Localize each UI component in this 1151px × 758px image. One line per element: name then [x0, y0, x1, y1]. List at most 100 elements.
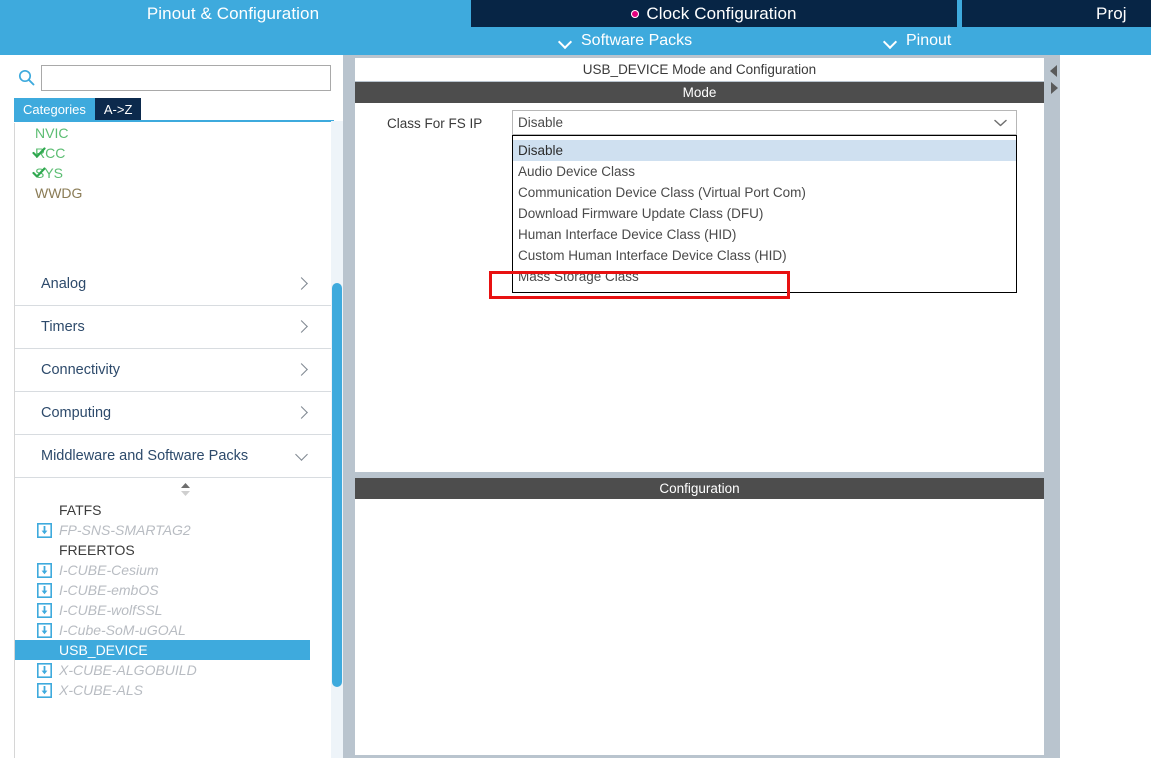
- group-timers-label: Timers: [41, 319, 85, 335]
- dropdown-option-communication-device-class[interactable]: Communication Device Class (Virtual Port…: [513, 182, 1016, 203]
- dropdown-option-custom-human-interface-device-class[interactable]: Custom Human Interface Device Class (HID…: [513, 245, 1016, 266]
- group-connectivity[interactable]: Connectivity: [15, 349, 331, 392]
- list-item-label: FP-SNS-SMARTAG2: [59, 522, 191, 538]
- mode-panel: Mode Class For FS IP Disable Disable Aud…: [355, 82, 1044, 472]
- peripheral-tree: NVIC RCC SYS WWDG Analog Timers Connecti…: [14, 123, 331, 758]
- group-middleware-label: Middleware and Software Packs: [41, 448, 249, 464]
- list-item-usb-device[interactable]: USB_DEVICE: [15, 640, 331, 660]
- checkmark-icon: [32, 167, 46, 178]
- configuration-section-header-label: Configuration: [659, 481, 740, 496]
- list-item-label: I-CUBE-embOS: [59, 582, 159, 598]
- search-input[interactable]: [41, 65, 331, 91]
- chevron-down-icon: [559, 35, 572, 48]
- list-item-freertos[interactable]: FREERTOS: [15, 540, 331, 560]
- checkmark-icon: [32, 147, 46, 158]
- left-sidebar: Categories A->Z NVIC RCC SYS WWDG Analog…: [0, 55, 349, 758]
- clock-error-dot-icon: [631, 9, 640, 18]
- group-connectivity-label: Connectivity: [41, 362, 120, 378]
- chevron-down-icon: [296, 450, 307, 461]
- tree-item-wwdg[interactable]: WWDG: [15, 183, 331, 203]
- dropdown-option-label: Communication Device Class (Virtual Port…: [518, 185, 806, 200]
- main-tab-bar: Pinout & Configuration Clock Configurati…: [0, 0, 1151, 27]
- list-item-label: I-CUBE-wolfSSL: [59, 602, 163, 618]
- list-item-i-cube-embos[interactable]: I-CUBE-embOS: [15, 580, 331, 600]
- list-item-x-cube-als[interactable]: X-CUBE-ALS: [15, 680, 331, 700]
- sidebar-scrollbar-thumb[interactable]: [332, 283, 342, 687]
- dropdown-option-disable[interactable]: Disable: [513, 140, 1016, 161]
- dropdown-option-mass-storage-class[interactable]: Mass Storage Class: [513, 266, 1016, 287]
- search-row: [0, 64, 349, 92]
- dropdown-option-human-interface-device-class[interactable]: Human Interface Device Class (HID): [513, 224, 1016, 245]
- sort-order-toggle[interactable]: [15, 478, 331, 500]
- download-icon: [37, 623, 52, 638]
- chevron-right-icon: [296, 364, 307, 375]
- chevron-down-icon: [884, 35, 897, 48]
- menu-pinout-label: Pinout: [906, 32, 952, 49]
- splitter-collapse-arrows-icon[interactable]: [1048, 63, 1060, 99]
- tab-clock-configuration-label: Clock Configuration: [646, 3, 797, 23]
- list-item-label: I-Cube-SoM-uGOAL: [59, 622, 186, 638]
- download-icon: [37, 523, 52, 538]
- class-for-fs-ip-label: Class For FS IP: [387, 116, 482, 131]
- mode-section-header: Mode: [355, 82, 1044, 103]
- download-icon: [37, 583, 52, 598]
- list-item-label: I-CUBE-Cesium: [59, 562, 159, 578]
- chevron-right-icon: [296, 321, 307, 332]
- group-timers[interactable]: Timers: [15, 306, 331, 349]
- list-item-label: X-CUBE-ALS: [59, 682, 144, 698]
- tree-item-label: NVIC: [35, 125, 69, 141]
- download-icon: [37, 563, 52, 578]
- tab-clock-configuration[interactable]: Clock Configuration: [471, 0, 957, 27]
- class-for-fs-ip-dropdown-list[interactable]: Disable Audio Device Class Communication…: [512, 135, 1017, 293]
- group-analog[interactable]: Analog: [15, 263, 331, 306]
- toggle-a-to-z[interactable]: A->Z: [94, 98, 142, 120]
- toggle-a-to-z-label: A->Z: [103, 101, 133, 117]
- chevron-down-icon: [994, 119, 1007, 127]
- dropdown-option-label: Audio Device Class: [518, 164, 636, 179]
- tab-project-manager[interactable]: Proj: [962, 0, 1151, 27]
- page-title: USB_DEVICE Mode and Configuration: [355, 58, 1044, 81]
- list-item-x-cube-algobuild[interactable]: X-CUBE-ALGOBUILD: [15, 660, 331, 680]
- panel-splitter[interactable]: [343, 55, 351, 758]
- dropdown-option-label: Human Interface Device Class (HID): [518, 227, 737, 242]
- page-title-label: USB_DEVICE Mode and Configuration: [582, 62, 817, 77]
- list-item-fatfs[interactable]: FATFS: [15, 500, 331, 520]
- dropdown-option-download-firmware-update-class[interactable]: Download Firmware Update Class (DFU): [513, 203, 1016, 224]
- menu-software-packs-label: Software Packs: [581, 32, 693, 49]
- tree-item-rcc[interactable]: RCC: [15, 143, 331, 163]
- group-computing[interactable]: Computing: [15, 392, 331, 435]
- dropdown-option-audio-device-class[interactable]: Audio Device Class: [513, 161, 1016, 182]
- secondary-menu-bar: Software Packs Pinout: [0, 27, 1151, 55]
- list-item-i-cube-som-ugoal[interactable]: I-Cube-SoM-uGOAL: [15, 620, 331, 640]
- tab-pinout-configuration[interactable]: Pinout & Configuration: [0, 0, 466, 27]
- main-content-area: USB_DEVICE Mode and Configuration Mode C…: [351, 55, 1151, 758]
- toggle-categories[interactable]: Categories: [14, 98, 95, 120]
- tab-pinout-configuration-label: Pinout & Configuration: [146, 3, 320, 23]
- dropdown-option-label: Disable: [518, 143, 564, 158]
- mode-section-header-label: Mode: [682, 85, 717, 100]
- content-splitter[interactable]: [1048, 55, 1060, 758]
- dropdown-option-label: Mass Storage Class: [518, 269, 639, 284]
- class-for-fs-ip-value: Disable: [518, 115, 564, 130]
- chevron-right-icon: [296, 278, 307, 289]
- dropdown-option-label: Custom Human Interface Device Class (HID…: [518, 248, 787, 263]
- tree-item-label: WWDG: [35, 185, 83, 201]
- list-item-i-cube-wolfssl[interactable]: I-CUBE-wolfSSL: [15, 600, 331, 620]
- tree-item-nvic[interactable]: NVIC: [15, 123, 331, 143]
- chevron-right-icon: [296, 407, 307, 418]
- download-icon: [37, 663, 52, 678]
- tree-item-sys[interactable]: SYS: [15, 163, 331, 183]
- list-item-fp-sns-smartag2[interactable]: FP-SNS-SMARTAG2: [15, 520, 331, 540]
- group-middleware-and-software-packs[interactable]: Middleware and Software Packs: [15, 435, 331, 478]
- class-for-fs-ip-label-text: Class For FS IP: [387, 116, 483, 131]
- view-mode-toggle: Categories A->Z: [14, 98, 142, 120]
- menu-software-packs[interactable]: Software Packs: [559, 27, 692, 55]
- configuration-panel-body: [355, 499, 1044, 755]
- list-item-i-cube-cesium[interactable]: I-CUBE-Cesium: [15, 560, 331, 580]
- dropdown-option-label: Download Firmware Update Class (DFU): [518, 206, 764, 221]
- group-analog-label: Analog: [41, 276, 87, 292]
- class-for-fs-ip-combobox[interactable]: Disable: [512, 110, 1017, 135]
- menu-pinout[interactable]: Pinout: [884, 27, 951, 55]
- sort-updown-icon: [181, 483, 190, 496]
